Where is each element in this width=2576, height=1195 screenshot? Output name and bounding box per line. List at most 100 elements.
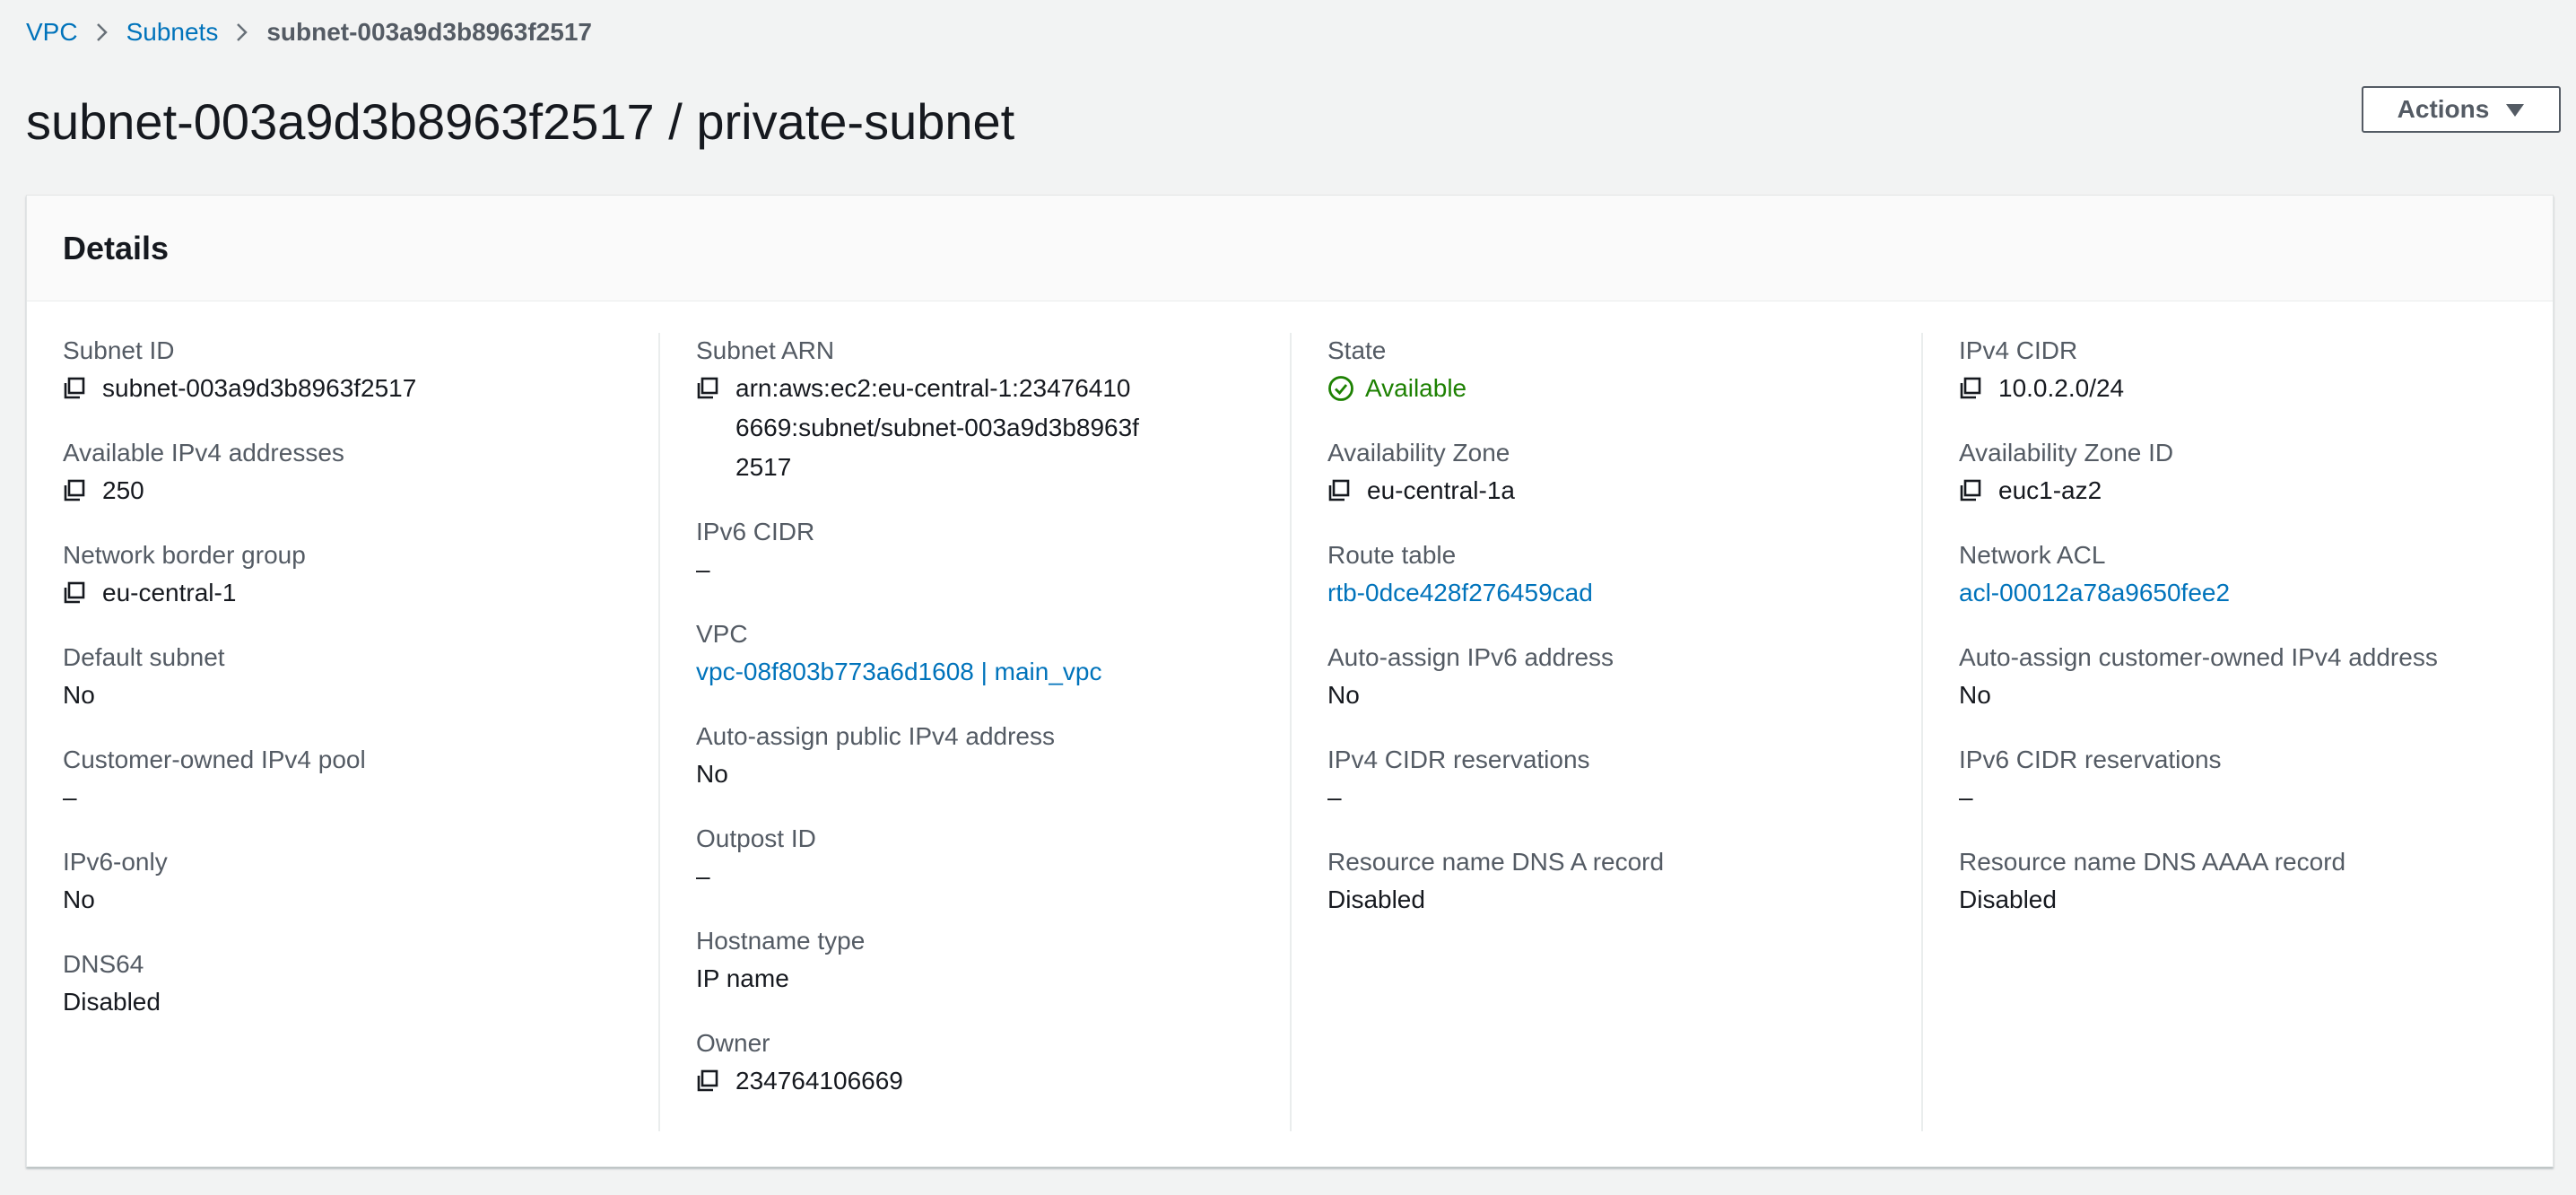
field-subnet-id: Subnet ID subnet-003a9d3b8963f2517 <box>63 333 622 408</box>
dns-aaaa-record-value: Disabled <box>1959 885 2057 913</box>
auto-assign-ipv6-value: No <box>1327 681 1360 709</box>
field-label: VPC <box>696 620 748 648</box>
default-subnet-value: No <box>63 681 95 709</box>
copy-icon[interactable] <box>63 573 90 613</box>
ipv6-cidr-reservations-value: – <box>1959 783 1973 811</box>
field-value: vpc-08f803b773a6d1608 | main_vpc <box>696 652 1254 692</box>
field-label: Network ACL <box>1959 541 2106 569</box>
field-value: rtb-0dce428f276459cad <box>1327 573 1885 613</box>
check-circle-icon <box>1327 369 1358 408</box>
field-label: Customer-owned IPv4 pool <box>63 746 366 773</box>
auto-assign-customer-owned-value: No <box>1959 681 1991 709</box>
field-ipv4-cidr: IPv4 CIDR 10.0.2.0/24 <box>1959 333 2517 408</box>
field-label: Available IPv4 addresses <box>63 439 344 467</box>
details-column-2: Subnet ARN arn:aws:ec2:eu-central-1:2347… <box>658 333 1290 1131</box>
field-label: IPv4 CIDR reservations <box>1327 746 1590 773</box>
breadcrumb-link-vpc[interactable]: VPC <box>26 16 78 48</box>
owner-value: 234764106669 <box>735 1067 903 1095</box>
field-value: 10.0.2.0/24 <box>1959 369 2517 408</box>
field-label: Auto-assign IPv6 address <box>1327 643 1614 671</box>
auto-assign-public-ipv4-value: No <box>696 760 728 788</box>
page-title: subnet-003a9d3b8963f2517 / private-subne… <box>26 93 1015 150</box>
copy-icon[interactable] <box>63 369 90 408</box>
field-ipv6-only: IPv6-only No <box>63 844 622 920</box>
availability-zone-id-value: euc1-az2 <box>1998 476 2102 504</box>
copy-icon[interactable] <box>1959 369 1986 408</box>
panel-header: Details <box>27 196 2553 301</box>
field-owner: Owner 234764106669 <box>696 1025 1254 1101</box>
field-label: State <box>1327 336 1387 364</box>
field-label: Availability Zone <box>1327 439 1510 467</box>
copy-icon[interactable] <box>1327 471 1354 510</box>
field-auto-assign-ipv6: Auto-assign IPv6 address No <box>1327 640 1885 715</box>
details-panel: Details Subnet ID subnet-003a9d3b8963f25… <box>26 195 2554 1167</box>
field-value: eu-central-1 <box>63 573 622 613</box>
network-border-group-value: eu-central-1 <box>102 579 237 606</box>
field-label: IPv6 CIDR <box>696 518 815 545</box>
field-dns64: DNS64 Disabled <box>63 946 622 1022</box>
copy-icon[interactable] <box>696 369 723 408</box>
hostname-type-value: IP name <box>696 964 789 992</box>
field-label: IPv6 CIDR reservations <box>1959 746 2222 773</box>
copy-icon[interactable] <box>63 471 90 510</box>
dns-a-record-value: Disabled <box>1327 885 1425 913</box>
copy-icon[interactable] <box>696 1061 723 1101</box>
customer-owned-pool-value: – <box>63 783 77 811</box>
actions-button[interactable]: Actions <box>2362 86 2561 133</box>
field-value: 250 <box>63 471 622 510</box>
breadcrumb-link-subnets[interactable]: Subnets <box>126 16 219 48</box>
ipv4-cidr-reservations-value: – <box>1327 783 1342 811</box>
field-outpost-id: Outpost ID – <box>696 821 1254 896</box>
field-dns-aaaa-record: Resource name DNS AAAA record Disabled <box>1959 844 2517 920</box>
field-ipv6-cidr-reservations: IPv6 CIDR reservations – <box>1959 742 2517 817</box>
field-auto-assign-public-ipv4: Auto-assign public IPv4 address No <box>696 719 1254 794</box>
field-value: acl-00012a78a9650fee2 <box>1959 573 2517 613</box>
field-label: IPv4 CIDR <box>1959 336 2078 364</box>
outpost-id-value: – <box>696 862 710 890</box>
field-label: Default subnet <box>63 643 225 671</box>
details-column-1: Subnet ID subnet-003a9d3b8963f2517 Avail… <box>27 333 658 1131</box>
field-value: subnet-003a9d3b8963f2517 <box>63 369 622 408</box>
available-ipv4-value: 250 <box>102 476 144 504</box>
copy-icon[interactable] <box>1959 471 1986 510</box>
field-label: Subnet ARN <box>696 336 835 364</box>
state-value: Available <box>1365 374 1467 402</box>
field-value: eu-central-1a <box>1327 471 1885 510</box>
field-dns-a-record: Resource name DNS A record Disabled <box>1327 844 1885 920</box>
chevron-right-icon <box>236 22 248 42</box>
field-label: Auto-assign customer-owned IPv4 address <box>1959 643 2438 671</box>
details-column-4: IPv4 CIDR 10.0.2.0/24 Availability Zone … <box>1921 333 2553 1131</box>
field-network-border-group: Network border group eu-central-1 <box>63 537 622 613</box>
vpc-link[interactable]: vpc-08f803b773a6d1608 | main_vpc <box>696 652 1102 692</box>
field-value: 234764106669 <box>696 1061 1254 1101</box>
breadcrumb-current: subnet-003a9d3b8963f2517 <box>266 18 592 46</box>
field-label: Network border group <box>63 541 306 569</box>
field-label: Outpost ID <box>696 824 816 852</box>
network-acl-link[interactable]: acl-00012a78a9650fee2 <box>1959 573 2230 613</box>
subnet-arn-value: arn:aws:ec2:eu-central-1:234764106669:su… <box>735 374 1139 481</box>
breadcrumb: VPC Subnets subnet-003a9d3b8963f2517 <box>26 16 592 48</box>
panel-title: Details <box>63 229 170 266</box>
subnet-id-value: subnet-003a9d3b8963f2517 <box>102 374 417 402</box>
route-table-link[interactable]: rtb-0dce428f276459cad <box>1327 573 1593 613</box>
field-ipv4-cidr-reservations: IPv4 CIDR reservations – <box>1327 742 1885 817</box>
field-label: DNS64 <box>63 950 144 978</box>
field-label: IPv6-only <box>63 848 168 876</box>
field-label: Owner <box>696 1029 770 1057</box>
field-label: Availability Zone ID <box>1959 439 2174 467</box>
ipv6-cidr-value: – <box>696 555 710 583</box>
field-availability-zone-id: Availability Zone ID euc1-az2 <box>1959 435 2517 510</box>
availability-zone-value: eu-central-1a <box>1367 476 1515 504</box>
field-label: Resource name DNS AAAA record <box>1959 848 2346 876</box>
field-default-subnet: Default subnet No <box>63 640 622 715</box>
details-columns: Subnet ID subnet-003a9d3b8963f2517 Avail… <box>27 301 2553 1131</box>
field-auto-assign-customer-owned: Auto-assign customer-owned IPv4 address … <box>1959 640 2517 715</box>
field-availability-zone: Availability Zone eu-central-1a <box>1327 435 1885 510</box>
field-state: State Available <box>1327 333 1885 408</box>
field-subnet-arn: Subnet ARN arn:aws:ec2:eu-central-1:2347… <box>696 333 1254 487</box>
actions-button-label: Actions <box>2397 95 2490 123</box>
field-value: Available <box>1327 369 1885 408</box>
dns64-value: Disabled <box>63 988 161 1016</box>
ipv6-only-value: No <box>63 885 95 913</box>
field-vpc: VPC vpc-08f803b773a6d1608 | main_vpc <box>696 616 1254 692</box>
